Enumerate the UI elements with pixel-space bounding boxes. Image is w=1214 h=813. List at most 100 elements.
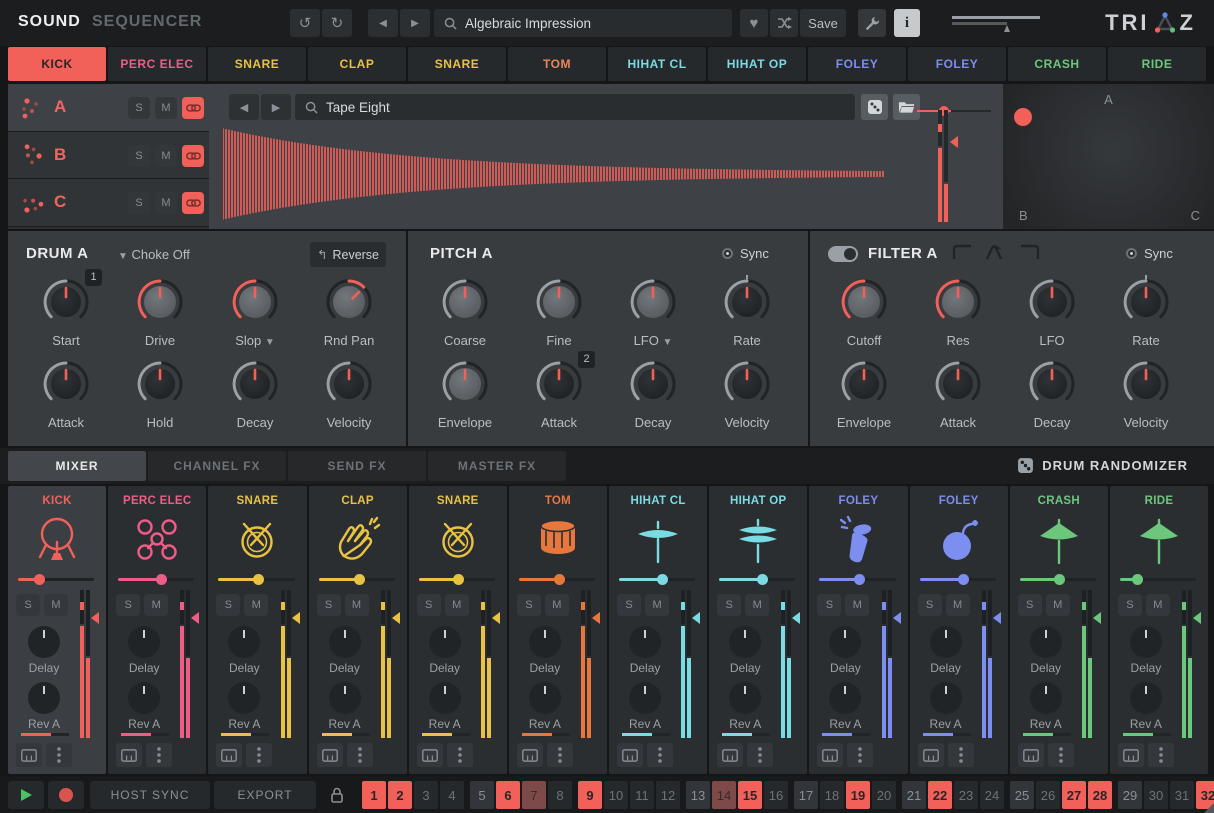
channel-keyboard-button[interactable]	[1018, 743, 1044, 767]
layer-solo-button[interactable]: S	[128, 145, 150, 167]
drum-tab-foley[interactable]: FOLEY	[808, 47, 906, 81]
mixer-channel-foley[interactable]: FOLEY S M Delay Rev A	[809, 486, 907, 774]
drum-tab-foley[interactable]: FOLEY	[908, 47, 1006, 81]
channel-level-meter[interactable]	[479, 590, 503, 738]
channel-menu-button[interactable]	[948, 743, 974, 767]
channel-delay-knob[interactable]	[629, 626, 661, 658]
channel-solo-button[interactable]: S	[517, 594, 541, 616]
layer-row-a[interactable]: A S M	[8, 84, 209, 132]
knob-filter-attack[interactable]: Attack	[920, 357, 996, 430]
step-cell-31[interactable]: 31	[1170, 781, 1194, 809]
channel-level-meter[interactable]	[679, 590, 703, 738]
lowpass-filter-icon[interactable]	[1018, 243, 1042, 261]
mixer-channel-ride[interactable]: RIDE S M Delay Rev A	[1110, 486, 1208, 774]
channel-reverb-knob[interactable]	[829, 682, 861, 714]
knob-pitch-envelope[interactable]: Envelope	[427, 357, 503, 430]
channel-mute-button[interactable]: M	[645, 594, 669, 616]
channel-menu-button[interactable]	[246, 743, 272, 767]
channel-level-meter[interactable]	[178, 590, 202, 738]
channel-solo-button[interactable]: S	[317, 594, 341, 616]
channel-volume-slider[interactable]	[419, 574, 495, 585]
drum-tab-snare[interactable]: SNARE	[208, 47, 306, 81]
step-cell-26[interactable]: 26	[1036, 781, 1060, 809]
layer-level-meter[interactable]	[935, 110, 961, 222]
channel-level-meter[interactable]	[579, 590, 603, 738]
channel-reverb-knob[interactable]	[28, 682, 60, 714]
channel-keyboard-button[interactable]	[817, 743, 843, 767]
knob-drum-drive[interactable]: Drive	[122, 275, 198, 348]
knob-filter-lfo[interactable]: LFO	[1014, 275, 1090, 348]
export-button[interactable]: EXPORT	[214, 781, 316, 809]
channel-volume-slider[interactable]	[1020, 574, 1096, 585]
knob-filter-envelope[interactable]: Envelope	[826, 357, 902, 430]
layer-link-button[interactable]	[182, 145, 204, 167]
step-cell-4[interactable]: 4	[440, 781, 464, 809]
drum-tab-kick[interactable]: KICK	[8, 47, 106, 81]
channel-mute-button[interactable]: M	[345, 594, 369, 616]
channel-level-meter[interactable]	[1180, 590, 1204, 738]
step-cell-7[interactable]: 7	[522, 781, 546, 809]
layer-row-b[interactable]: B S M	[8, 132, 209, 180]
layer-row-c[interactable]: C S M	[8, 179, 209, 227]
channel-menu-button[interactable]	[747, 743, 773, 767]
knob-drum-velocity[interactable]: Velocity	[311, 357, 387, 430]
channel-reverb-knob[interactable]	[1030, 682, 1062, 714]
step-cell-16[interactable]: 16	[764, 781, 788, 809]
channel-mute-button[interactable]: M	[244, 594, 268, 616]
knob-filter-cutoff[interactable]: Cutoff	[826, 275, 902, 348]
reverse-button[interactable]: ↰ Reverse	[310, 242, 386, 267]
layer-link-button[interactable]	[182, 192, 204, 214]
channel-reverb-knob[interactable]	[729, 682, 761, 714]
channel-level-meter[interactable]	[78, 590, 102, 738]
browse-sample-button[interactable]	[893, 94, 920, 120]
channel-volume-slider[interactable]	[719, 574, 795, 585]
drum-randomizer-button[interactable]: DRUM RANDOMIZER	[1017, 457, 1188, 474]
layer-xy-pad[interactable]: A B C	[1003, 84, 1214, 229]
step-cell-11[interactable]: 11	[630, 781, 654, 809]
channel-delay-knob[interactable]	[228, 626, 260, 658]
drum-tab-perc-elec[interactable]: PERC ELEC	[108, 47, 206, 81]
drum-tab-ride[interactable]: RIDE	[1108, 47, 1206, 81]
channel-solo-button[interactable]: S	[1118, 594, 1142, 616]
knob-pitch-fine[interactable]: Fine	[521, 275, 597, 348]
step-cell-24[interactable]: 24	[980, 781, 1004, 809]
layer-solo-button[interactable]: S	[128, 192, 150, 214]
waveform-display[interactable]	[223, 124, 913, 224]
prev-preset-button[interactable]: ◀	[368, 9, 398, 37]
step-cell-28[interactable]: 28	[1088, 781, 1112, 809]
knob-pitch-rate[interactable]: Rate	[709, 275, 785, 348]
filter-enable-toggle[interactable]	[828, 246, 858, 262]
channel-keyboard-button[interactable]	[717, 743, 743, 767]
mixer-channel-foley[interactable]: FOLEY S M Delay Rev A	[910, 486, 1008, 774]
save-button[interactable]: Save	[800, 9, 846, 37]
step-cell-1[interactable]: 1	[362, 781, 386, 809]
channel-reverb-knob[interactable]	[429, 682, 461, 714]
knob-pitch-decay[interactable]: Decay	[615, 357, 691, 430]
channel-volume-slider[interactable]	[519, 574, 595, 585]
mixer-channel-perc-elec[interactable]: PERC ELEC S M Delay Rev A	[108, 486, 206, 774]
drum-tab-hihat-cl[interactable]: HIHAT CL	[608, 47, 706, 81]
channel-volume-slider[interactable]	[18, 574, 94, 585]
knob-filter-decay[interactable]: Decay	[1014, 357, 1090, 430]
channel-reverb-knob[interactable]	[930, 682, 962, 714]
channel-keyboard-button[interactable]	[216, 743, 242, 767]
channel-menu-button[interactable]	[347, 743, 373, 767]
drum-tab-clap[interactable]: CLAP	[308, 47, 406, 81]
step-cell-15[interactable]: 15	[738, 781, 762, 809]
channel-solo-button[interactable]: S	[1018, 594, 1042, 616]
channel-menu-button[interactable]	[46, 743, 72, 767]
channel-menu-button[interactable]	[847, 743, 873, 767]
channel-solo-button[interactable]: S	[717, 594, 741, 616]
channel-solo-button[interactable]: S	[817, 594, 841, 616]
fx-tab-mixer[interactable]: MIXER	[8, 451, 146, 481]
preset-search-input[interactable]: Algebraic Impression	[434, 9, 732, 37]
step-cell-3[interactable]: 3	[414, 781, 438, 809]
fx-tab-send-fx[interactable]: SEND FX	[288, 451, 426, 481]
knob-pitch-coarse[interactable]: Coarse	[427, 275, 503, 348]
mixer-channel-snare[interactable]: SNARE S M Delay Rev A	[208, 486, 306, 774]
channel-delay-knob[interactable]	[1030, 626, 1062, 658]
channel-keyboard-button[interactable]	[317, 743, 343, 767]
pattern-lock-button[interactable]	[322, 781, 352, 809]
pitch-sync-toggle[interactable]: Sync	[722, 246, 769, 261]
mixer-channel-hihat-cl[interactable]: HIHAT CL S M Delay Rev A	[609, 486, 707, 774]
